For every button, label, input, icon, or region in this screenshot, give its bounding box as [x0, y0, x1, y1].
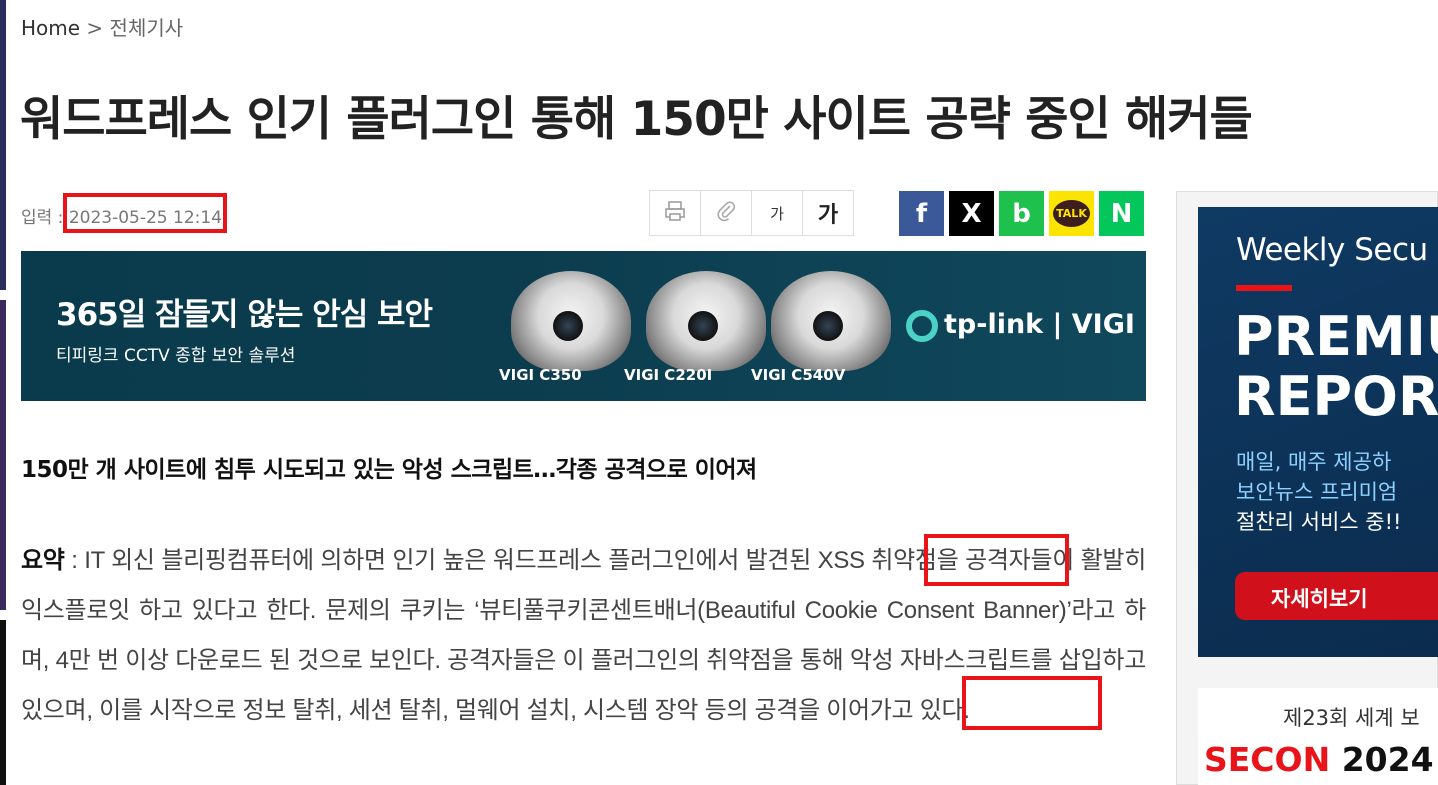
- camera-label: VIGI C220I: [624, 366, 713, 384]
- ad-details-button[interactable]: 자세히보기: [1235, 572, 1438, 620]
- ad-desc-line: 매일, 매주 제공하: [1236, 450, 1392, 474]
- tplink-logo: tp-link | VIGI: [906, 309, 1135, 342]
- article-subtitle: 150만 개 사이트에 침투 시도되고 있는 악성 스크립트…각종 공격으로 이…: [21, 457, 757, 483]
- tplink-logo-icon: [906, 309, 938, 342]
- naver-icon: N: [1110, 198, 1133, 229]
- secon-logo: SECON 2024: [1204, 740, 1434, 779]
- xss-highlight-box: [924, 534, 1069, 586]
- paperclip-icon: [715, 200, 737, 227]
- banner-title: 365일 잠들지 않는 안심 보안: [56, 297, 433, 333]
- font-increase-button[interactable]: 가: [802, 190, 854, 236]
- breadcrumb-current-link[interactable]: 전체기사: [110, 16, 184, 40]
- article-tools: 가 가: [649, 190, 854, 236]
- band-share-button[interactable]: b: [999, 191, 1044, 236]
- camera-image: [771, 271, 891, 371]
- breadcrumb-home-link[interactable]: Home: [21, 16, 80, 40]
- secon-logo-text: SECON: [1204, 740, 1331, 779]
- premium-report-ad[interactable]: Weekly Secu PREMIU REPOR 매일, 매주 제공하 보안뉴스…: [1198, 207, 1438, 657]
- kakaotalk-share-button[interactable]: TALK: [1049, 191, 1094, 236]
- secon-year: 2024: [1341, 740, 1434, 779]
- ad-headline: PREMIU REPOR: [1234, 307, 1438, 427]
- x-share-button[interactable]: X: [949, 191, 994, 236]
- ad-weekly-text: Weekly Secu: [1236, 232, 1428, 268]
- band-icon: b: [1012, 198, 1031, 229]
- date-label: 입력 :: [21, 208, 64, 228]
- print-button[interactable]: [649, 190, 701, 236]
- left-edge-segment: [0, 620, 6, 785]
- camera-label: VIGI C350: [499, 366, 582, 384]
- attach-button[interactable]: [700, 190, 752, 236]
- facebook-share-button[interactable]: f: [899, 191, 944, 236]
- ad-description: 매일, 매주 제공하 보안뉴스 프리미엄 절찬리 서비스 중!!: [1236, 447, 1401, 537]
- summary-label: 요약: [21, 547, 65, 574]
- secon-ad[interactable]: 제23회 세계 보 SECON 2024: [1198, 688, 1438, 785]
- kakaotalk-icon: TALK: [1053, 200, 1090, 227]
- banner-subtitle: 티피링크 CCTV 종합 보안 솔루션: [56, 346, 296, 366]
- camera-label: VIGI C540V: [751, 366, 846, 384]
- x-icon: X: [961, 198, 982, 229]
- left-edge-strip: [0, 0, 6, 785]
- tplink-ad-banner[interactable]: 365일 잠들지 않는 안심 보안 티피링크 CCTV 종합 보안 솔루션 VI…: [21, 251, 1146, 401]
- breadcrumb: Home > 전체기사: [21, 12, 183, 41]
- secon-ad-title: 제23회 세계 보: [1283, 706, 1420, 730]
- breadcrumb-separator: >: [86, 16, 104, 40]
- facebook-icon: f: [915, 198, 928, 229]
- session-highlight-box: [962, 676, 1102, 730]
- camera-image: [646, 271, 766, 371]
- ad-desc-line: 보안뉴스 프리미엄: [1236, 480, 1398, 504]
- article-headline: 워드프레스 인기 플러그인 통해 150만 사이트 공략 중인 해커들: [20, 92, 1253, 147]
- ad-headline-line1: PREMIU: [1234, 305, 1438, 368]
- tplink-logo-text: tp-link | VIGI: [944, 309, 1135, 340]
- ad-desc-line: 절찬리 서비스 중!!: [1236, 510, 1402, 534]
- camera-image: [511, 271, 631, 371]
- font-decrease-button[interactable]: 가: [751, 190, 803, 236]
- summary-separator: :: [64, 547, 85, 574]
- share-buttons: f X b TALK N: [899, 191, 1144, 236]
- naver-share-button[interactable]: N: [1099, 191, 1144, 236]
- left-edge-segment: [0, 0, 6, 290]
- print-icon: [664, 200, 686, 227]
- date-highlight-box: [63, 193, 227, 233]
- left-edge-segment: [0, 300, 6, 610]
- ad-accent-bar: [1236, 285, 1292, 291]
- ad-headline-line2: REPOR: [1234, 365, 1438, 428]
